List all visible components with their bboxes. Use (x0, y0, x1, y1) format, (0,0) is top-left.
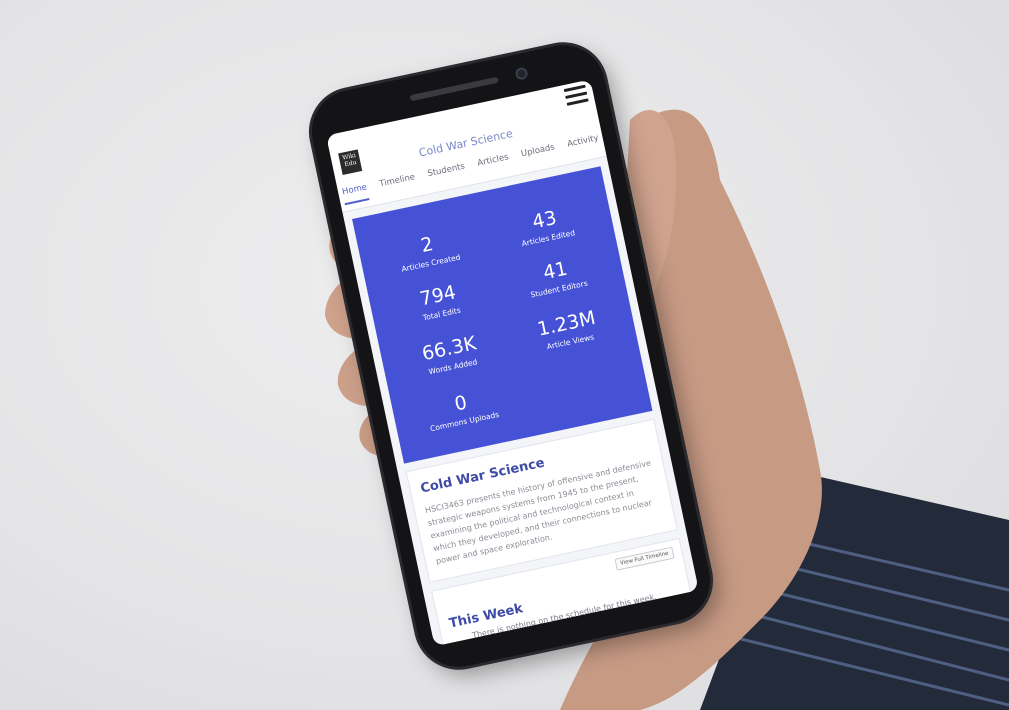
stat-student-editors: 41 Student Editors (494, 248, 618, 306)
stat-words-added: 66.3K Words Added (388, 325, 512, 383)
tab-activity[interactable]: Activity (566, 133, 601, 157)
hamburger-menu-icon[interactable] (563, 84, 589, 107)
tab-timeline[interactable]: Timeline (379, 172, 418, 197)
tab-uploads[interactable]: Uploads (520, 142, 557, 167)
stat-commons-uploads: 0 Commons Uploads (400, 380, 524, 438)
tab-home[interactable]: Home (341, 182, 370, 206)
stat-article-views: 1.23M Article Views (506, 301, 630, 359)
view-full-timeline-button[interactable]: View Full Timeline (614, 546, 675, 571)
tab-articles[interactable]: Articles (476, 152, 511, 176)
course-stats-panel: 2 Articles Created 43 Articles Edited 79… (352, 166, 653, 464)
stat-total-edits: 794 Total Edits (377, 273, 501, 331)
stat-articles-created: 2 Articles Created (366, 222, 490, 280)
phone-speaker (409, 76, 499, 102)
phone-camera (514, 66, 529, 81)
stat-articles-edited: 43 Articles Edited (483, 197, 607, 255)
tab-students[interactable]: Students (427, 162, 468, 187)
